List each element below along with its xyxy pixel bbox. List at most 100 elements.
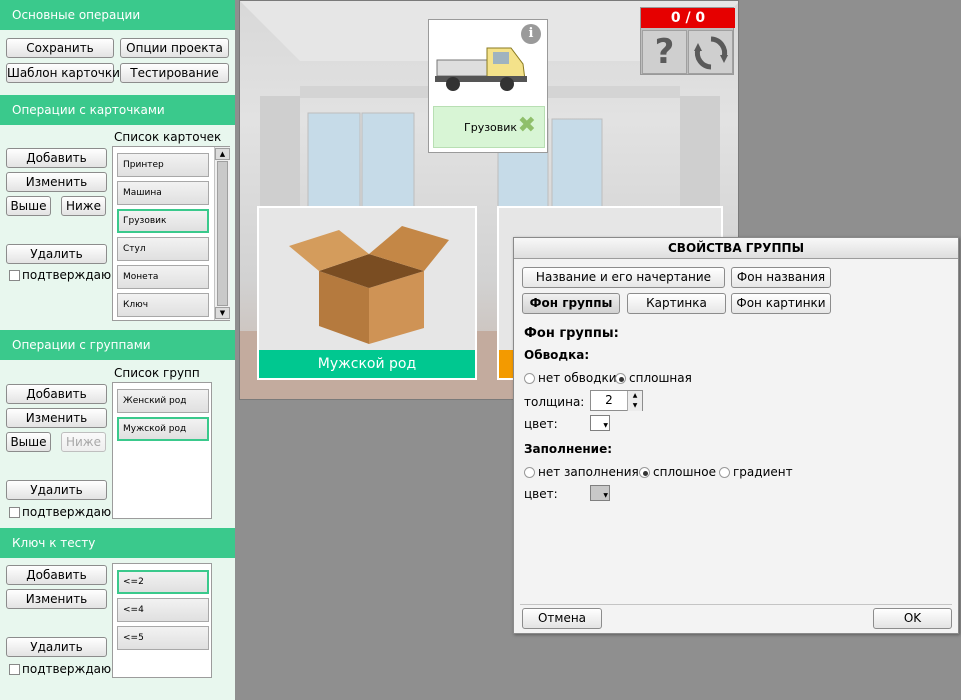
radio-icon[interactable]	[524, 373, 535, 384]
fill-color-label: цвет:	[524, 487, 558, 501]
score-display: 0 / 0	[641, 8, 735, 28]
thickness-label: толщина:	[524, 395, 585, 409]
tab-name-background[interactable]: Фон названия	[731, 267, 831, 288]
tab-picture[interactable]: Картинка	[627, 293, 726, 314]
confirm-label: подтверждаю	[22, 662, 112, 676]
confirm-label: подтверждаю	[22, 505, 112, 519]
cards-list-title: Список карточек	[114, 130, 222, 144]
checkbox-box[interactable]	[9, 507, 20, 518]
stroke-none-radio[interactable]: нет обводки	[524, 371, 617, 385]
key-add-button[interactable]: Добавить	[6, 565, 107, 585]
dialog-divider	[520, 604, 952, 605]
group-confirm-checkbox[interactable]: подтверждаю	[9, 505, 111, 519]
card-delete-button[interactable]: Удалить	[6, 244, 107, 264]
radio-label: нет заполнения	[538, 465, 639, 479]
confirm-label: подтверждаю	[22, 268, 112, 282]
fill-gradient-radio[interactable]: градиент	[719, 465, 793, 479]
testing-button[interactable]: Тестирование	[120, 63, 229, 83]
info-icon[interactable]: i	[521, 24, 541, 44]
list-item[interactable]: Грузовик	[117, 209, 209, 233]
group-label: Мужской род	[259, 350, 475, 378]
scroll-down-icon[interactable]: ▼	[215, 307, 230, 319]
question-icon[interactable]: ?	[642, 30, 687, 74]
key-edit-button[interactable]: Изменить	[6, 589, 107, 609]
list-item[interactable]: Машина	[117, 181, 209, 205]
key-list: <=2 <=4 <=5	[112, 563, 212, 678]
group-masculine[interactable]: Мужской род	[257, 206, 477, 380]
fill-none-radio[interactable]: нет заполнения	[524, 465, 639, 479]
list-item[interactable]: <=4	[117, 598, 209, 622]
thickness-value[interactable]: 2	[591, 391, 627, 410]
tab-name-style[interactable]: Название и его начертание	[522, 267, 725, 288]
groups-list-title: Список групп	[114, 366, 200, 380]
stroke-solid-radio[interactable]: сплошная	[615, 371, 692, 385]
list-item[interactable]: <=5	[117, 626, 209, 650]
thickness-stepper[interactable]: 2 ▲ ▼	[590, 390, 643, 411]
dropdown-arrow-icon: ▼	[603, 422, 608, 429]
cards-scrollbar[interactable]: ▲ ▼	[214, 147, 230, 320]
checkbox-box[interactable]	[9, 270, 20, 281]
list-item[interactable]: Мужской род	[117, 417, 209, 441]
section-header-key: Ключ к тесту	[0, 528, 235, 558]
radio-label: сплошная	[629, 371, 692, 385]
stroke-title: Обводка:	[524, 348, 590, 362]
list-item[interactable]: <=2	[117, 570, 209, 594]
card-truck[interactable]: i Грузовик ✖	[428, 19, 548, 153]
group-add-button[interactable]: Добавить	[6, 384, 107, 404]
groups-list: Женский род Мужской род	[112, 382, 212, 519]
scroll-thumb[interactable]	[217, 161, 228, 306]
box-image	[289, 226, 449, 344]
group-delete-button[interactable]: Удалить	[6, 480, 107, 500]
list-item[interactable]: Стул	[117, 237, 209, 261]
tab-group-background[interactable]: Фон группы	[522, 293, 620, 314]
radio-label: нет обводки	[538, 371, 617, 385]
list-item[interactable]: Ключ	[117, 293, 209, 317]
score-panel: 0 / 0 ?	[640, 7, 735, 75]
card-confirm-checkbox[interactable]: подтверждаю	[9, 268, 111, 282]
radio-label: градиент	[733, 465, 793, 479]
section-header-basic: Основные операции	[0, 0, 235, 30]
card-label: Грузовик ✖	[433, 106, 545, 148]
truck-image	[435, 47, 527, 91]
group-up-button[interactable]: Выше	[6, 432, 51, 452]
dialog-title: СВОЙСТВА ГРУППЫ	[514, 238, 958, 259]
fill-color-picker[interactable]: ▼	[590, 485, 610, 501]
stroke-color-picker[interactable]: ▼	[590, 415, 610, 431]
card-template-button[interactable]: Шаблон карточки	[6, 63, 120, 83]
cancel-button[interactable]: Отмена	[522, 608, 602, 629]
key-delete-button[interactable]: Удалить	[6, 637, 107, 657]
group-properties-dialog: СВОЙСТВА ГРУППЫ Название и его начертани…	[513, 237, 959, 634]
section-header-cards: Операции с карточками	[0, 95, 235, 125]
key-confirm-checkbox[interactable]: подтверждаю	[9, 662, 111, 676]
radio-selected-icon[interactable]	[615, 373, 626, 384]
dropdown-arrow-icon: ▼	[603, 492, 608, 499]
save-button[interactable]: Сохранить	[6, 38, 114, 58]
radio-icon[interactable]	[524, 467, 535, 478]
radio-selected-icon[interactable]	[639, 467, 650, 478]
card-up-button[interactable]: Выше	[6, 196, 51, 216]
project-options-button[interactable]: Опции проекта	[120, 38, 229, 58]
group-down-button[interactable]: Ниже	[61, 432, 106, 452]
card-edit-button[interactable]: Изменить	[6, 172, 107, 192]
section-title: Фон группы:	[524, 326, 619, 341]
radio-icon[interactable]	[719, 467, 730, 478]
checkbox-box[interactable]	[9, 664, 20, 675]
card-add-button[interactable]: Добавить	[6, 148, 107, 168]
list-item[interactable]: Женский род	[117, 389, 209, 413]
fill-title: Заполнение:	[524, 442, 613, 456]
left-panel: Основные операции Сохранить Опции проект…	[0, 0, 235, 700]
cards-list: Принтер Машина Грузовик Стул Монета Ключ…	[112, 146, 230, 321]
section-header-groups: Операции с группами	[0, 330, 235, 360]
refresh-icon[interactable]	[688, 30, 733, 74]
card-down-button[interactable]: Ниже	[61, 196, 106, 216]
group-edit-button[interactable]: Изменить	[6, 408, 107, 428]
stepper-down-icon[interactable]: ▼	[627, 401, 642, 411]
tab-picture-background[interactable]: Фон картинки	[731, 293, 831, 314]
list-item[interactable]: Принтер	[117, 153, 209, 177]
fill-solid-radio[interactable]: сплошное	[639, 465, 716, 479]
scroll-up-icon[interactable]: ▲	[215, 148, 230, 160]
stepper-up-icon[interactable]: ▲	[627, 391, 642, 401]
ok-button[interactable]: OK	[873, 608, 952, 629]
stroke-color-label: цвет:	[524, 417, 558, 431]
list-item[interactable]: Монета	[117, 265, 209, 289]
